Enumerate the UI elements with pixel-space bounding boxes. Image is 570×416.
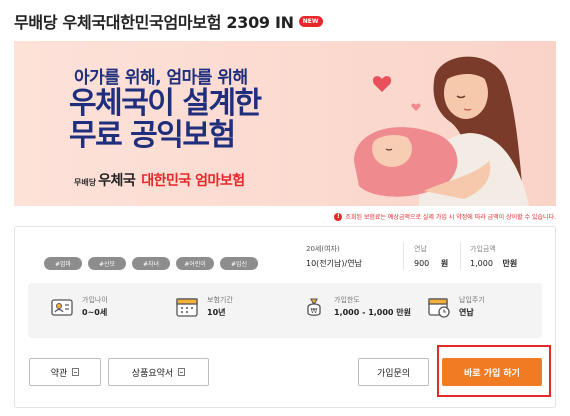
- heart-icon: [372, 76, 392, 92]
- mother-baby-illustration: [354, 56, 529, 206]
- highlight-box: [437, 345, 551, 397]
- tag-list: #엄마 #산모 #자녀 #어린이 #임신: [44, 257, 258, 270]
- subscription-unit: 만원: [502, 259, 518, 268]
- svg-text:₩: ₩: [311, 307, 318, 315]
- inquiry-button-label: 가입문의: [376, 368, 411, 379]
- product-summary-label: 상품요약서: [131, 368, 174, 379]
- divider: [460, 242, 461, 270]
- calendar-icon: [176, 298, 198, 317]
- alert-icon: !: [334, 212, 343, 221]
- brand-prefix: 무배당: [74, 178, 97, 187]
- premium-notice: ! 조회된 보험료는 예상금액으로 실제 가입 시 약정에 따라 금액이 상이할…: [334, 212, 556, 221]
- inquiry-button[interactable]: 가입문의: [358, 358, 429, 386]
- subscription-value: 1,000 만원: [470, 258, 517, 269]
- subscription-amount: 1,000: [470, 259, 493, 268]
- banner-headline-2: 무료 공익보험: [69, 118, 236, 153]
- product-summary-button[interactable]: 상품요약서: [108, 358, 209, 386]
- document-icon: [178, 368, 186, 376]
- person-card-icon: [51, 299, 73, 316]
- info-value: 0~0세: [82, 308, 108, 317]
- info-insurance-period: 보험기간 10년: [175, 295, 233, 319]
- tag-item[interactable]: #임신: [220, 257, 258, 270]
- info-value: 연납: [459, 308, 474, 317]
- tag-item[interactable]: #어린이: [176, 257, 214, 270]
- new-badge: NEW: [298, 15, 323, 27]
- tag-item[interactable]: #산모: [88, 257, 126, 270]
- premium-value: 900 원: [414, 258, 448, 269]
- info-label: 보험기간: [207, 296, 233, 304]
- info-label: 가입한도: [334, 296, 360, 304]
- info-label: 가입나이: [82, 296, 108, 304]
- title-row: 무배당 우체국대한민국엄마보험 2309 IN NEW: [14, 9, 323, 33]
- brand-post: 우체국: [98, 173, 136, 189]
- heart-icon: [411, 103, 421, 111]
- brand-product: 대한민국 엄마보험: [141, 173, 245, 189]
- terms-button[interactable]: 약관: [29, 358, 101, 386]
- banner-brand: 무배당 우체국 대한민국 엄마보험: [74, 170, 245, 190]
- premium-unit: 원: [440, 259, 449, 268]
- promo-banner: 아가를 위해, 엄마를 위해 우체국이 설계한 무료 공익보험 무배당 우체국 …: [14, 41, 556, 206]
- info-subscription-limit: ₩ 가입한도 1,000 - 1,000 만원: [302, 295, 411, 319]
- notice-text: 조회된 보험료는 예상금액으로 실제 가입 시 약정에 따라 금액이 상이할 수…: [345, 214, 556, 221]
- terms-button-label: 약관: [50, 368, 68, 379]
- banner-headline-1: 우체국이 설계한: [69, 86, 262, 121]
- payment-cycle-label: 연납: [414, 245, 427, 253]
- banner-tagline: 아가를 위해, 엄마를 위해: [74, 68, 248, 88]
- condition-age: 20세(여자): [306, 245, 340, 253]
- tag-item[interactable]: #자녀: [132, 257, 170, 270]
- subscription-label: 가입금액: [470, 245, 496, 253]
- info-value: 1,000 - 1,000 만원: [334, 308, 412, 317]
- page-title: 무배당 우체국대한민국엄마보험 2309 IN: [14, 13, 294, 32]
- info-join-age: 가입나이 0~0세: [50, 295, 108, 319]
- document-icon: [72, 368, 80, 376]
- info-value: 10년: [207, 308, 226, 317]
- info-label: 납입주기: [459, 296, 485, 304]
- divider: [403, 242, 404, 270]
- calendar-clock-icon: [428, 298, 450, 318]
- info-payment-cycle: 납입주기 연납: [427, 295, 485, 319]
- condition-period: 10(전기납)/연납: [306, 259, 362, 268]
- premium-amount: 900: [414, 259, 430, 268]
- tag-item[interactable]: #엄마: [44, 257, 82, 270]
- money-bag-icon: ₩: [307, 298, 321, 316]
